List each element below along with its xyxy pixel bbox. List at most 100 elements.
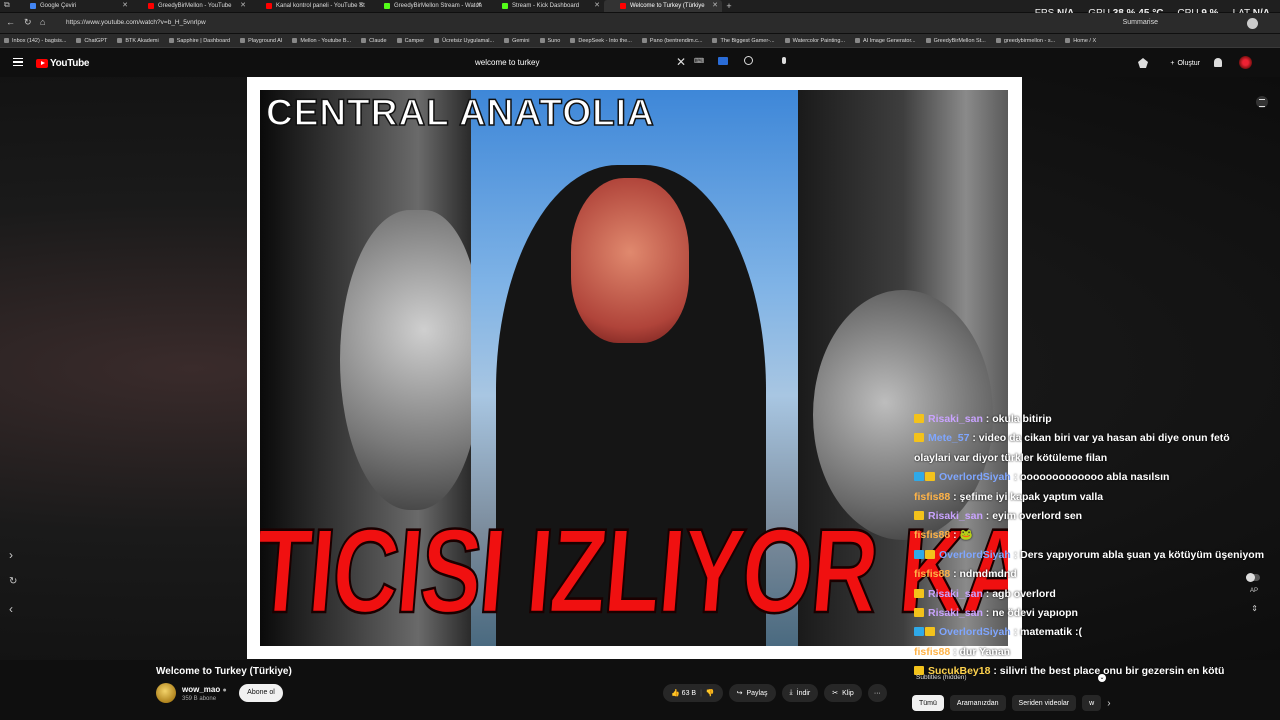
autoplay-toggle[interactable] (1246, 573, 1260, 582)
video-content[interactable]: CENTRAL ANATOLIA TICISI IZLIYOR KAR (260, 90, 1008, 646)
more-actions-button[interactable]: ··· (867, 684, 887, 702)
close-tab-icon[interactable]: ✕ (594, 1, 600, 9)
bookmark-item[interactable]: DeepSeek - Into the... (570, 38, 632, 44)
new-tab-button[interactable]: + (722, 1, 736, 11)
chevron-right-icon[interactable]: › (9, 548, 13, 562)
hamburger-menu-icon[interactable] (13, 58, 23, 66)
tab-favicon (148, 3, 154, 9)
channel-name[interactable]: wow_mao ● (182, 685, 227, 694)
window-menu-icon[interactable]: ⧉ (4, 0, 10, 10)
chat-username[interactable]: fisfis88 (914, 568, 950, 580)
bookmark-item[interactable]: Mellon - Youtube B... (292, 38, 351, 44)
url-field[interactable]: https://www.youtube.com/watch?v=b_H_5vnr… (66, 17, 666, 29)
download-button[interactable]: ⤓ İndir (781, 684, 819, 702)
chat-username[interactable]: fisfis88 (914, 491, 950, 503)
chat-username[interactable]: fisfis88 (914, 646, 950, 658)
download-icon: ⤓ (789, 689, 793, 696)
chat-username[interactable]: OverlordSiyah (939, 549, 1011, 561)
bookmark-favicon-icon (4, 38, 9, 43)
bookmark-item[interactable]: Watercolor Painting... (784, 38, 845, 44)
bookmark-item[interactable]: greedybirmellon - s... (995, 38, 1055, 44)
chip-from-series[interactable]: Seriden videolar (1011, 695, 1077, 711)
browser-profile-avatar[interactable] (1247, 18, 1258, 29)
chat-text: : dur Yanan (953, 645, 1011, 658)
create-button[interactable]: + Oluştur (1164, 56, 1206, 70)
chat-username[interactable]: Risaki_san (928, 510, 983, 522)
notifications-bell-icon[interactable] (1214, 58, 1222, 67)
bookmark-item[interactable]: Inbox (142) - bagisis... (4, 38, 66, 44)
chat-message: olaylari var diyor türkler kötüleme fila… (914, 449, 1274, 468)
close-tab-icon[interactable]: ✕ (712, 1, 718, 9)
browser-tab[interactable]: Kanal kontrol paneli - YouTube St ✕ (250, 0, 368, 12)
chat-username[interactable]: Risaki_san (928, 413, 983, 425)
chevron-down-icon[interactable]: ⌄ (1098, 674, 1106, 682)
subscribe-button[interactable]: Abone ol (239, 684, 283, 702)
chip-all[interactable]: Tümü (912, 695, 944, 711)
bookmark-item[interactable]: Suno (539, 38, 560, 44)
thumbs-up-icon: 👍 (671, 690, 680, 697)
bookmark-item[interactable]: ChatGPT (76, 38, 107, 44)
expand-collapse-icon[interactable]: ⇕ (1251, 604, 1258, 613)
channel-avatar[interactable] (156, 683, 176, 703)
browser-tab[interactable]: Google Çeviri ✕ (14, 0, 132, 12)
summarise-button[interactable]: Summarise (1123, 19, 1158, 26)
subscriber-count: 359 B abone (182, 696, 217, 702)
tab-title: Kanal kontrol paneli - YouTube St (276, 3, 365, 9)
search-extension-icon[interactable] (718, 57, 728, 65)
bookmark-item[interactable]: Claude (361, 38, 387, 44)
youtube-logo[interactable]: YouTube (36, 58, 90, 69)
clip-button[interactable]: ✂ Klip (824, 684, 862, 702)
close-tab-icon[interactable]: ✕ (122, 1, 128, 9)
browser-tab-active[interactable]: Welcome to Turkey (Türkiye ✕ (604, 0, 722, 12)
search-icon[interactable] (744, 56, 753, 65)
bookmark-label: AI Image Generator... (862, 37, 916, 44)
bookmark-item[interactable]: GreedyBirMellon St... (925, 38, 986, 44)
bookmark-label: Mellon - Youtube B... (300, 37, 352, 44)
bookmark-item[interactable]: BTK Akademi (117, 38, 159, 44)
bookmark-label: Home / X (1073, 37, 1097, 44)
back-icon[interactable]: ← (6, 17, 15, 27)
voice-search-icon[interactable] (782, 57, 786, 64)
clear-search-icon[interactable]: ✕ (676, 55, 686, 69)
browser-tab[interactable]: GreedyBirMellon Stream - Watch ✕ (368, 0, 486, 12)
share-button[interactable]: ↪ Paylaş (728, 684, 776, 702)
close-tab-icon[interactable]: ✕ (476, 1, 482, 9)
chip-more[interactable]: w (1082, 695, 1102, 711)
browser-tab[interactable]: Stream - Kick Dashboard ✕ (486, 0, 604, 12)
chips-next-icon[interactable]: › (1107, 698, 1110, 709)
bookmark-item[interactable]: Home / X (1065, 38, 1096, 44)
chat-message: Risaki_san : ne ödevi yapıopn (914, 604, 1274, 623)
browser-tab[interactable]: GreedyBirMellon - YouTube ✕ (132, 0, 250, 12)
chat-toggle-icon[interactable] (1256, 96, 1268, 108)
keyboard-icon[interactable]: ⌨ (694, 57, 704, 65)
search-bar[interactable]: welcome to turkey ✕ ⌨ (470, 55, 786, 71)
like-button[interactable]: 👍 63 B (671, 689, 696, 697)
chevron-left-icon[interactable]: ‹ (9, 602, 13, 616)
bookmark-item[interactable]: Camper (396, 38, 424, 44)
user-avatar[interactable] (1239, 56, 1252, 69)
bookmark-item[interactable]: The Biggest Gamer-... (712, 38, 775, 44)
bookmark-item[interactable]: Gemini (504, 38, 530, 44)
reload-icon[interactable]: ↻ (24, 17, 32, 28)
bookmark-item[interactable]: Pano (bentrendim.c... (641, 38, 702, 44)
close-tab-icon[interactable]: ✕ (358, 1, 364, 9)
bookmark-item[interactable]: AI Image Generator... (854, 37, 916, 44)
bookmark-item[interactable]: Playground AI (240, 38, 282, 44)
chat-username[interactable]: OverlordSiyah (939, 626, 1011, 638)
search-input[interactable]: welcome to turkey (475, 58, 539, 67)
refresh-icon[interactable]: ↻ (9, 576, 17, 587)
thumbs-down-icon[interactable]: 👎 (706, 689, 715, 697)
chip-from-search[interactable]: Aramanızdan (949, 695, 1006, 711)
chat-username[interactable]: Risaki_san (928, 588, 983, 600)
chat-username[interactable]: OverlordSiyah (939, 471, 1011, 483)
bookmark-item[interactable]: Ücretsiz Uygulamal... (434, 38, 494, 44)
close-tab-icon[interactable]: ✕ (240, 1, 246, 9)
autoplay-label: AP (1249, 588, 1258, 594)
subtitles-status: Subtitles (hidden) (916, 674, 967, 681)
chat-username[interactable]: fisfis88 (914, 529, 950, 541)
chat-username[interactable]: Risaki_san (928, 607, 983, 619)
bookmark-item[interactable]: Sapphire | Dashboard (168, 38, 230, 44)
home-icon[interactable]: ⌂ (40, 17, 45, 27)
bookmark-favicon-icon (925, 38, 931, 43)
chat-username[interactable]: Mete_57 (928, 432, 969, 444)
